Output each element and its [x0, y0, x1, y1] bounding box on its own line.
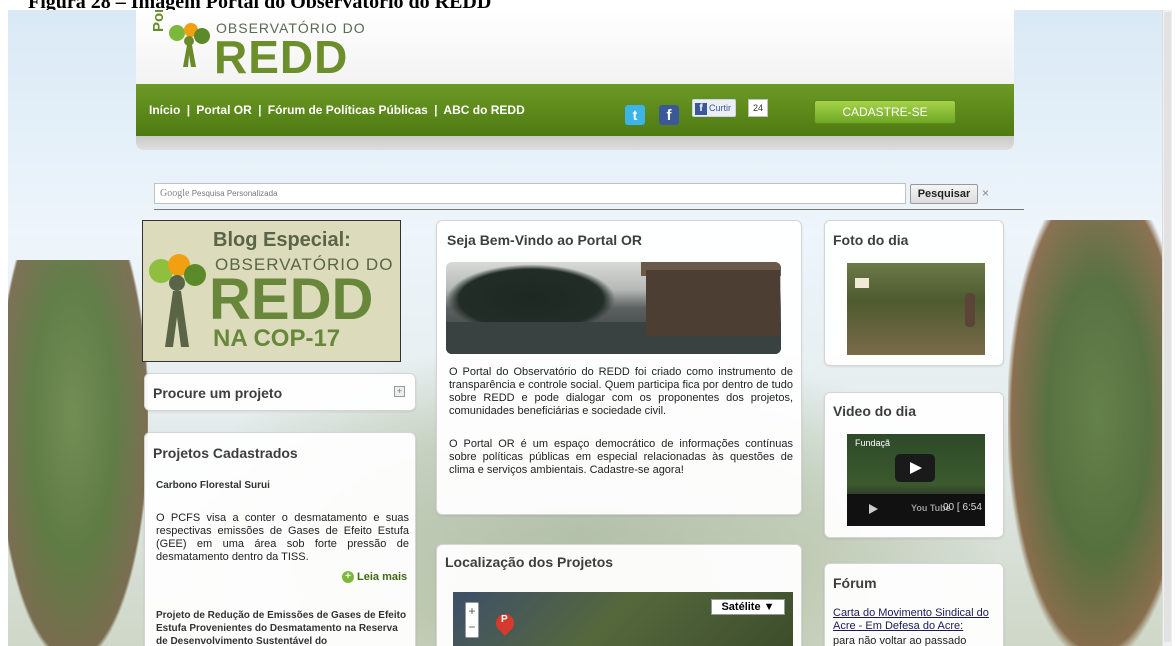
signup-button[interactable]: CADASTRE-SE — [814, 100, 956, 124]
nav-link-forum[interactable]: Fórum de Políticas Públicas — [268, 103, 428, 117]
play-icon[interactable] — [895, 454, 935, 482]
logo-tree-icon — [169, 23, 210, 67]
zoom-out-button[interactable]: − — [466, 619, 478, 635]
search-placeholder: Pesquisa Personalizada — [191, 189, 278, 198]
tree-logo-icon — [149, 254, 206, 347]
video-player[interactable]: Fundaçã You Tube 00 [ 6:54 — [847, 434, 985, 526]
google-logo: Google — [160, 188, 190, 199]
twitter-icon[interactable]: t — [625, 105, 645, 125]
browser-viewport: Portal OBSERVATÓRIO DO REDD Início | Por… — [8, 10, 1172, 646]
welcome-paragraph-2: O Portal OR é um espaço democrático de i… — [449, 438, 793, 476]
nav-separator: | — [434, 103, 438, 117]
video-controls: You Tube 00 [ 6:54 — [847, 494, 985, 526]
search-divider — [154, 209, 1024, 210]
nav-separator: | — [186, 103, 191, 117]
map-type-dropdown[interactable]: Satélite ▼ — [711, 599, 785, 615]
photo-house — [646, 270, 780, 336]
projects-title: Projetos Cadastrados — [153, 445, 298, 461]
map-title: Localização dos Projetos — [445, 554, 614, 570]
zoom-control[interactable]: + − — [465, 602, 479, 638]
nav-link-portal-or[interactable]: Portal OR — [196, 103, 251, 117]
banner-line-4: NA COP-17 — [213, 325, 341, 352]
read-more-link[interactable]: + Leia mais — [342, 571, 408, 584]
logo-title: REDD — [214, 31, 349, 83]
expand-icon[interactable]: + — [394, 386, 405, 397]
photo-title: Foto do dia — [833, 232, 909, 248]
welcome-photo — [446, 262, 781, 354]
welcome-panel: Seja Bem-Vindo ao Portal OR O Portal do … — [436, 220, 802, 515]
welcome-paragraph-1: O Portal do Observatório do REDD foi cri… — [449, 366, 793, 417]
project-description: O PCFS visa a conter o desmatamento e su… — [156, 512, 409, 563]
photo-sign — [855, 278, 869, 288]
video-of-day-panel: Video do dia Fundaçã You Tube 00 [ 6:54 — [824, 392, 1004, 538]
banner-line-1: Blog Especial: — [213, 229, 351, 251]
nav-link-inicio[interactable]: Início — [149, 103, 180, 117]
background-tree-left — [8, 260, 148, 646]
video-time: 00 [ 6:54 — [943, 502, 982, 513]
nav-separator: | — [258, 103, 262, 117]
banner-line-3: REDD — [209, 267, 374, 332]
zoom-in-button[interactable]: + — [466, 603, 478, 619]
close-icon[interactable]: × — [982, 186, 989, 200]
project-search-panel[interactable]: Procure um projeto + — [144, 373, 416, 411]
read-more-label: Leia mais — [357, 571, 408, 583]
nav-links: Início | Portal OR | Fórum de Políticas … — [149, 103, 525, 117]
background-tree-right — [1008, 220, 1172, 646]
project-search-title: Procure um projeto — [153, 385, 283, 401]
forum-post-subtitle: para não voltar ao passado — [833, 635, 967, 646]
plus-icon: + — [342, 571, 354, 584]
scrollbar-thumb[interactable] — [1164, 12, 1171, 642]
projects-panel: Projetos Cadastrados Carbono Florestal S… — [144, 432, 416, 646]
photo-of-day-image[interactable] — [847, 263, 985, 355]
projects-map[interactable]: + − P Satélite ▼ — [453, 592, 793, 646]
vertical-scrollbar[interactable] — [1162, 10, 1172, 646]
navbar-shadow — [136, 136, 1014, 150]
photo-of-day-panel: Foto do dia — [824, 220, 1004, 366]
control-play-icon[interactable] — [869, 504, 878, 514]
logo-portal-text: Portal — [150, 10, 167, 32]
search-bar: Google Pesquisa Personalizada Pesquisar … — [154, 183, 1024, 210]
forum-post-link[interactable]: Carta do Movimento Sindical do Acre - Em… — [833, 607, 997, 633]
forum-panel: Fórum Carta do Movimento Sindical do Acr… — [824, 563, 1004, 646]
video-title: Video do dia — [833, 403, 916, 419]
like-label: Curtir — [709, 103, 731, 113]
nav-link-abc[interactable]: ABC do REDD — [443, 103, 524, 117]
map-panel: Localização dos Projetos + − P Satélite … — [436, 544, 802, 646]
forum-title: Fórum — [833, 575, 877, 591]
map-pin-label: P — [501, 614, 508, 625]
search-button[interactable]: Pesquisar — [910, 184, 978, 204]
video-caption: Fundaçã — [855, 438, 891, 448]
facebook-icon[interactable]: f — [659, 105, 679, 125]
site-header: Portal OBSERVATÓRIO DO REDD — [136, 10, 1014, 84]
welcome-title: Seja Bem-Vindo ao Portal OR — [447, 232, 643, 248]
project-name[interactable]: Projeto de Redução de Emissões de Gases … — [156, 609, 411, 646]
like-count: 24 — [748, 99, 769, 117]
portal-page: Portal OBSERVATÓRIO DO REDD Início | Por… — [136, 10, 1024, 646]
search-input[interactable]: Google Pesquisa Personalizada — [154, 183, 906, 204]
blog-special-banner[interactable]: Blog Especial: OBSERVATÓRIO DO REDD NA C… — [142, 220, 401, 362]
facebook-small-icon: f — [695, 102, 707, 115]
photo-person — [965, 293, 975, 327]
project-name[interactable]: Carbono Florestal Surui — [156, 479, 411, 492]
facebook-like-button[interactable]: f Curtir — [692, 99, 736, 117]
